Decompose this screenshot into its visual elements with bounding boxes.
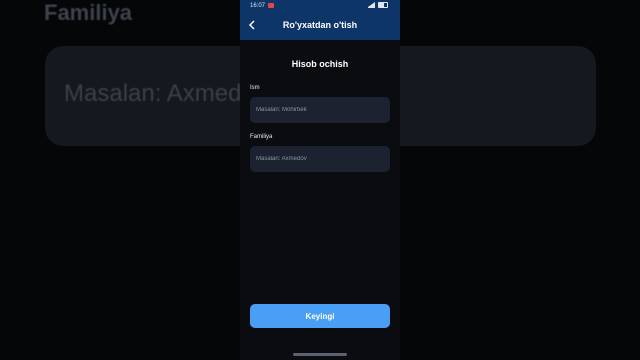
background-label: Familiya — [44, 0, 133, 25]
status-time: 16:07 — [250, 3, 266, 9]
next-button[interactable]: Keyingi — [250, 304, 390, 328]
home-indicator[interactable] — [293, 353, 347, 356]
status-icons — [368, 2, 388, 8]
status-bar: 16:07 — [240, 0, 400, 12]
first-name-label: Ism — [250, 85, 260, 91]
form-title: Hisob ochish — [291, 59, 349, 69]
first-name-input[interactable] — [250, 97, 390, 123]
page-title: Ro'yxatdan o'tish — [282, 20, 358, 30]
last-name-input[interactable] — [250, 146, 390, 172]
app-bar: Ro'yxatdan o'tish — [240, 12, 400, 40]
battery-icon — [378, 2, 388, 8]
notification-icon — [268, 3, 274, 8]
background-placeholder: Masalan: Axmedov — [64, 80, 267, 107]
signal-icon — [368, 2, 375, 8]
last-name-label: Familiya — [250, 134, 273, 140]
phone-screen: 16:07 Ro'yxatdan o'tish Hisob ochish Ism… — [240, 0, 400, 360]
